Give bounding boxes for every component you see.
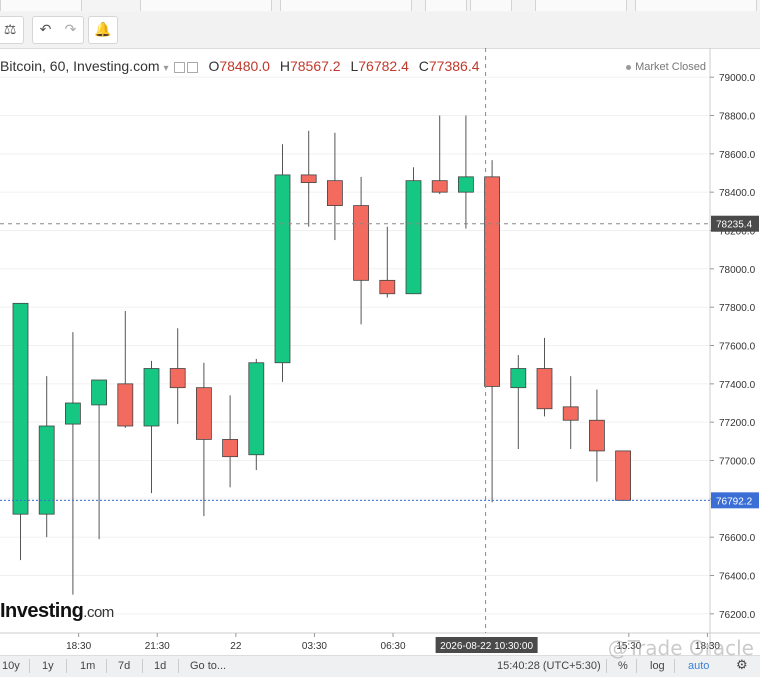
time-tick-label: 18:30 xyxy=(66,641,91,652)
price-tick-label: 76600.0 xyxy=(719,533,756,544)
candle-body xyxy=(536,368,553,410)
separator xyxy=(606,659,607,673)
candle-body xyxy=(195,387,212,440)
range-10y[interactable]: 10y xyxy=(2,660,20,672)
range-1d[interactable]: 1d xyxy=(154,660,166,672)
candle-body xyxy=(484,176,501,387)
candle-body xyxy=(405,180,422,295)
alert-icon[interactable]: 🔔 xyxy=(88,16,118,44)
candle-body xyxy=(12,302,29,515)
top-tab[interactable] xyxy=(635,0,757,11)
top-tab[interactable] xyxy=(470,0,512,11)
range-1m[interactable]: 1m xyxy=(80,660,95,672)
separator xyxy=(636,659,637,673)
separator xyxy=(29,659,30,673)
top-tab[interactable] xyxy=(0,0,82,11)
time-tick-label: 21:30 xyxy=(145,641,170,652)
goto-button[interactable]: Go to... xyxy=(190,660,226,672)
gear-icon[interactable]: ⚙ xyxy=(736,658,748,673)
chart-toolbar: ⚖ ↶ ↷ 🔔 xyxy=(0,12,760,49)
candle-body xyxy=(91,379,107,406)
scale-icon[interactable]: ⚖ xyxy=(0,16,24,44)
price-tick-label: 79000.0 xyxy=(719,73,756,84)
separator xyxy=(178,659,179,673)
candle-body xyxy=(117,383,134,427)
percent-toggle[interactable]: % xyxy=(618,660,628,672)
time-tick-label: 06:30 xyxy=(381,641,406,652)
time-tick-label: 03:30 xyxy=(302,641,327,652)
price-tick-label: 78000.0 xyxy=(719,265,756,276)
candle-body xyxy=(353,205,370,281)
price-tick-label: 77600.0 xyxy=(719,342,756,353)
undo-icon[interactable]: ↶ xyxy=(40,22,52,38)
price-tick-label: 76400.0 xyxy=(719,572,756,583)
price-tick-label: 77400.0 xyxy=(719,380,756,391)
separator xyxy=(106,659,107,673)
clock: 15:40:28 (UTC+5:30) xyxy=(497,660,601,672)
investing-logo: Investing.com xyxy=(0,600,114,623)
undo-redo-group: ↶ ↷ xyxy=(32,16,84,44)
log-toggle[interactable]: log xyxy=(650,660,665,672)
price-tick-label: 77000.0 xyxy=(719,457,756,468)
candle-body xyxy=(457,176,474,193)
price-tick-label: 78400.0 xyxy=(719,188,756,199)
candle-body xyxy=(431,180,448,193)
candle-body xyxy=(379,279,396,295)
last-price-label: 76792.2 xyxy=(716,496,753,507)
logo-name: Investing xyxy=(0,600,84,622)
separator xyxy=(674,659,675,673)
auto-toggle[interactable]: auto xyxy=(688,660,709,672)
time-tick-label: 22 xyxy=(230,641,242,652)
price-tick-label: 78800.0 xyxy=(719,112,756,123)
watermark: @Trade Oracle xyxy=(607,636,754,660)
candle-body xyxy=(65,402,81,425)
crosshair-price-label: 78235.4 xyxy=(716,220,753,231)
top-tab[interactable] xyxy=(425,0,467,11)
candle-body xyxy=(300,174,317,183)
candle-body xyxy=(589,419,605,452)
candlestick-chart[interactable]: 76200.076400.076600.076800.077000.077200… xyxy=(0,48,760,655)
range-1y[interactable]: 1y xyxy=(42,660,54,672)
crosshair-time-label: 2026-08-22 10:30:00 xyxy=(440,641,533,652)
candle-body xyxy=(274,174,291,364)
top-tab[interactable] xyxy=(280,0,412,11)
price-tick-label: 77800.0 xyxy=(719,303,756,314)
redo-icon[interactable]: ↷ xyxy=(65,22,77,38)
price-tick-label: 76200.0 xyxy=(719,610,756,621)
candle-body xyxy=(222,439,239,458)
candle-body xyxy=(326,180,343,206)
candle-body xyxy=(169,368,186,389)
price-tick-label: 77200.0 xyxy=(719,418,756,429)
top-tab[interactable] xyxy=(535,0,627,11)
range-7d[interactable]: 7d xyxy=(118,660,130,672)
candle-body xyxy=(248,362,265,456)
logo-suffix: .com xyxy=(83,604,114,621)
candle-body xyxy=(38,425,55,515)
candle-body xyxy=(615,450,631,501)
candle-body xyxy=(143,368,160,427)
price-tick-label: 78600.0 xyxy=(719,150,756,161)
separator xyxy=(142,659,143,673)
top-tab[interactable] xyxy=(140,0,272,11)
candle-body xyxy=(510,368,527,389)
candle-body xyxy=(562,406,579,421)
separator xyxy=(66,659,67,673)
